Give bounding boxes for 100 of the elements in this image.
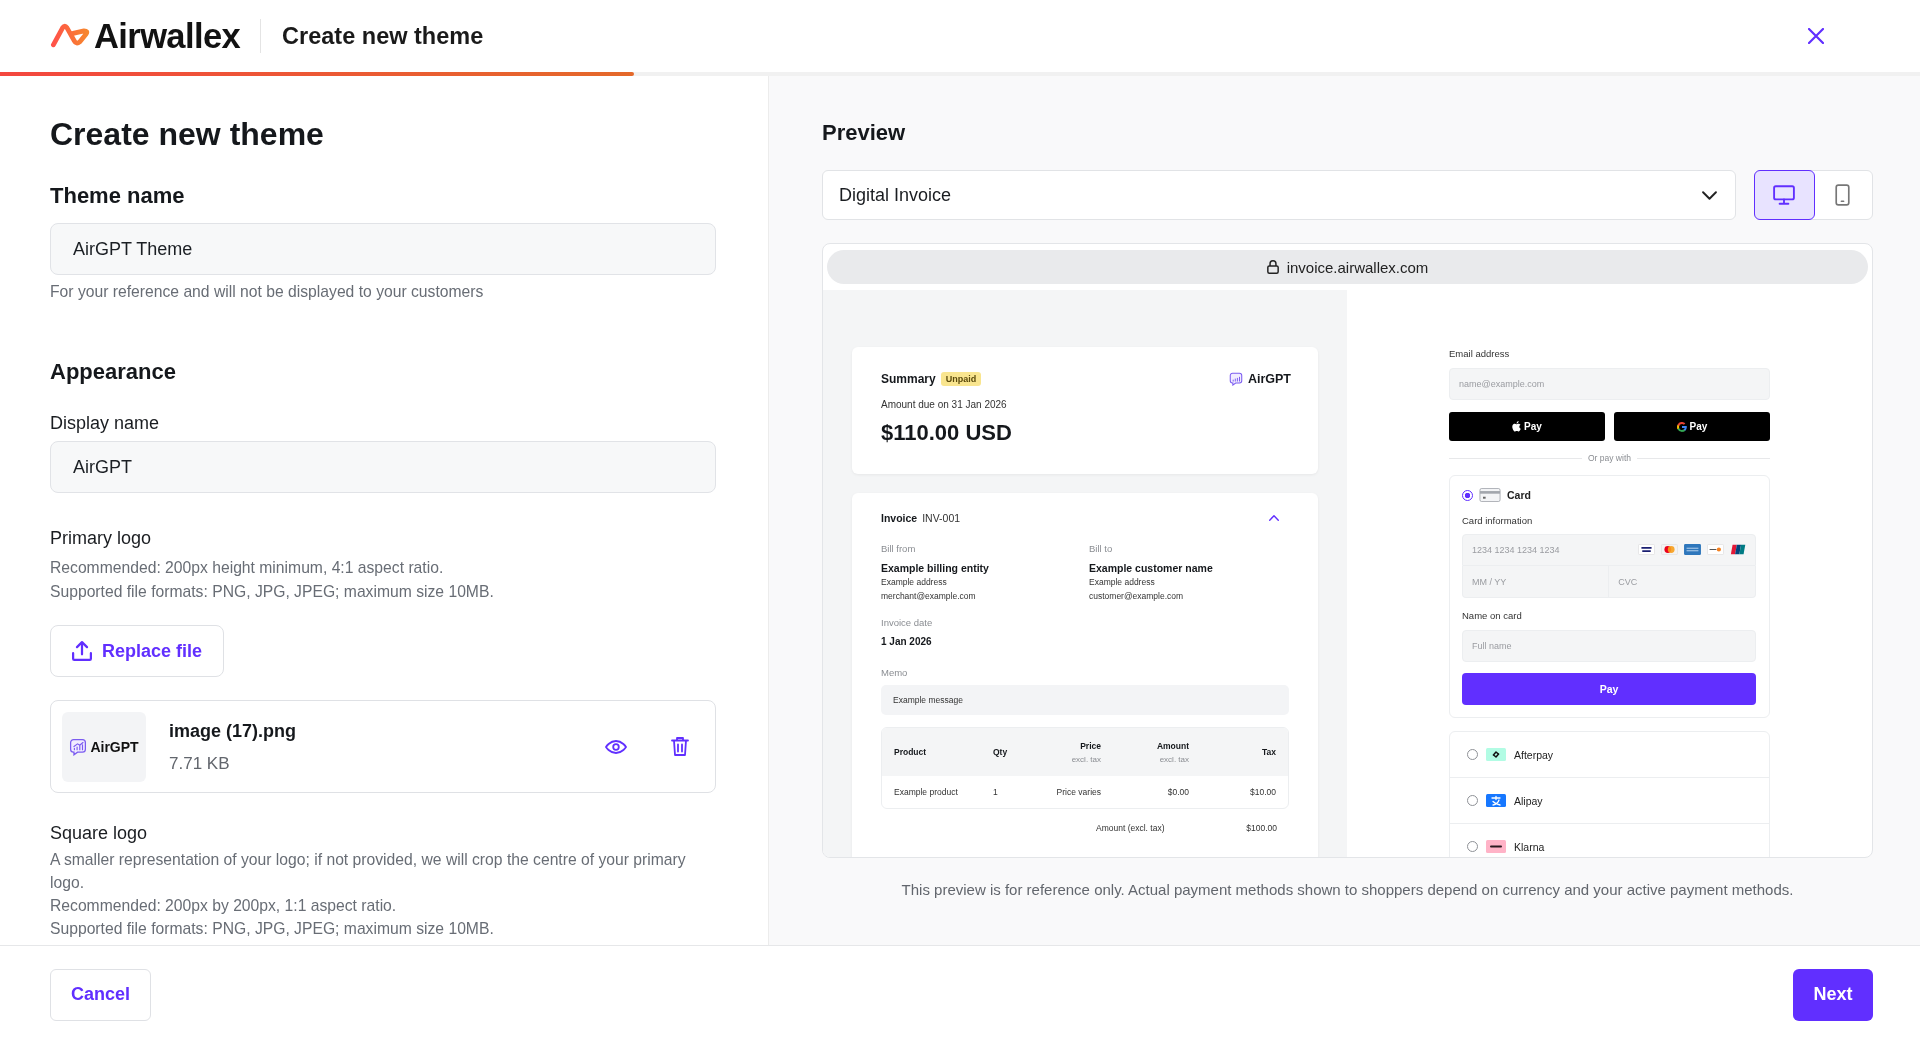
next-button[interactable]: Next [1793, 968, 1873, 1021]
upload-icon [72, 641, 92, 661]
wallet-pay-button[interactable]: Pay [1614, 412, 1770, 441]
hint-text: Recommended: 200px height minimum, 4:1 aspect ratio. [50, 558, 445, 578]
hint-text: Supported file formats: PNG, JPG, JPEG; maximum size 10MB. [50, 582, 495, 602]
radio-button[interactable] [1467, 841, 1478, 852]
field-label: Name on card [1462, 610, 1523, 622]
invoice-date: 1 Jan 2026 [881, 635, 933, 649]
method-label: Alipay [1514, 794, 1543, 807]
column-header: Price [1080, 740, 1101, 751]
logo-icon [50, 23, 90, 49]
card-brand-icon [1730, 544, 1747, 555]
amount-due: $110.00 USD [881, 420, 1013, 446]
total-value: $100.00 [1246, 823, 1277, 833]
delete-button[interactable] [671, 737, 689, 756]
field-label: Card information [1462, 515, 1534, 527]
preview-note: This preview is for reference only. Actual payment methods shown to shoppers depend on currency and your active payment methods. [900, 880, 1795, 900]
table-cell: $0.00 [1167, 787, 1189, 797]
chat-chart-icon [1228, 372, 1243, 386]
lock-icon [1266, 260, 1279, 274]
file-size: 7.71 KB [169, 753, 231, 774]
field-label: Display name [50, 412, 161, 435]
radio-button[interactable] [1467, 749, 1478, 760]
email-field[interactable]: name@example.com [1449, 368, 1770, 400]
card-brand-icon [1638, 544, 1655, 555]
theme-name-field[interactable]: AirGPT Theme [50, 223, 716, 275]
phone-icon [1835, 184, 1851, 206]
brand-name: Airwallex [94, 16, 241, 56]
divider-text: Or pay with [1588, 453, 1631, 463]
column-note: excl. tax [1159, 754, 1189, 764]
payment-method-icon [1486, 840, 1506, 853]
date-label: Invoice date [881, 617, 934, 629]
file-name: image (17).png [169, 719, 297, 742]
section-title: Appearance [50, 358, 177, 386]
total-label: Amount (excl. tax) [1096, 823, 1165, 833]
invoice-number: INV-001 [922, 512, 961, 524]
hint-text: Recommended: 200px by 200px, 1:1 aspect ratio. [50, 896, 398, 916]
wallet-pay-button[interactable]: Pay [1449, 412, 1605, 441]
replace-file-button[interactable]: Replace file [50, 625, 225, 677]
card-brand-icon [1707, 544, 1724, 555]
column-header: Qty [993, 747, 1009, 757]
due-date-text: Amount due on 31 Jan 2026 [881, 399, 1008, 410]
column-header: Product [894, 747, 928, 757]
g-logo-icon [1676, 421, 1687, 432]
chat-chart-icon [69, 737, 88, 756]
party-label: Bill from [881, 543, 917, 555]
card-brand-icon [1661, 544, 1678, 555]
party-address: Example address [1089, 576, 1156, 589]
close-icon [1808, 28, 1824, 44]
field-label: Email address [1449, 348, 1511, 360]
card-number-field[interactable]: 1234 1234 1234 1234 [1462, 534, 1756, 566]
expiry-field[interactable]: MM / YY [1462, 566, 1610, 598]
logo-text: AirGPT [90, 738, 139, 755]
payment-method-icon [1486, 748, 1506, 761]
pay-button[interactable]: Pay [1462, 673, 1756, 705]
hint-text: A smaller representation of your logo; if not provided, we will crop the centre of your primary logo. [50, 850, 687, 893]
chevron-down-icon [1702, 190, 1717, 200]
template-dropdown[interactable]: Digital Invoice [822, 170, 1736, 220]
display-name-field[interactable]: AirGPT [50, 441, 716, 493]
cancel-button[interactable]: Cancel [50, 968, 152, 1021]
summary-title: Summary [881, 372, 936, 386]
method-label: Klarna [1514, 840, 1545, 853]
desktop-view-button[interactable] [1754, 170, 1815, 220]
table-cell-text: Example product [894, 787, 959, 797]
memo-text: Example message [893, 695, 963, 705]
card-brand-icon [1684, 544, 1701, 555]
table-cell: $10.00 [1250, 787, 1276, 797]
column-header: Tax [1261, 747, 1276, 757]
trash-icon [671, 737, 689, 756]
chevron-up-icon[interactable] [1269, 515, 1279, 521]
table-cell: Price varies [1056, 787, 1101, 797]
field-label: Square logo [50, 822, 149, 845]
party-name: Example customer name [1089, 561, 1214, 575]
monitor-icon [1773, 185, 1796, 205]
name-on-card-field[interactable]: Full name [1462, 630, 1756, 662]
section-title: Theme name [50, 182, 186, 210]
table-cell-text: 1 [993, 787, 999, 797]
column-note: excl. tax [1071, 754, 1101, 764]
party-name: Example billing entity [881, 561, 990, 575]
page-title: Create new theme [282, 22, 484, 50]
memo-label: Memo [881, 667, 909, 679]
status-badge: Unpaid [940, 372, 982, 386]
section-title: Preview [822, 119, 907, 147]
eye-icon [605, 739, 627, 754]
cvc-field[interactable]: CVC [1609, 566, 1756, 598]
column-header: Amount [1156, 740, 1189, 751]
invoice-title: Invoice [881, 512, 918, 524]
url-text: invoice.airwallex.com [1286, 258, 1429, 276]
party-address: Example address [881, 576, 948, 589]
method-label: Afterpay [1514, 748, 1554, 761]
party-email: customer@example.com [1089, 590, 1185, 603]
view-button[interactable] [605, 739, 627, 754]
party-label: Bill to [1089, 543, 1114, 555]
party-email: merchant@example.com [881, 590, 977, 603]
form-title: Create new theme [50, 115, 325, 154]
radio-button[interactable] [1467, 795, 1478, 806]
hint-text: For your reference and will not be displayed to your customers [50, 282, 485, 302]
credit-card-icon [1479, 488, 1501, 502]
radio-button[interactable] [1462, 489, 1473, 501]
field-label: Primary logo [50, 527, 153, 550]
